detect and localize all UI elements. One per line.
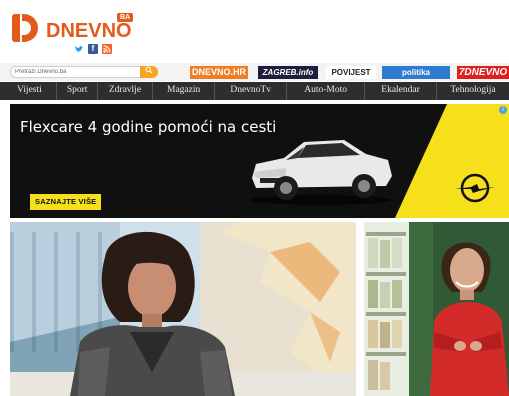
logo-badge: BA <box>117 13 134 22</box>
search-box <box>10 66 158 78</box>
social-links: f <box>74 44 112 54</box>
search-button[interactable] <box>140 66 158 78</box>
search-icon <box>145 66 153 74</box>
nav-item-dnevnotv[interactable]: DnevnoTv <box>215 82 286 100</box>
ad-cta-button[interactable]: SAZNAJTE VIŠE <box>30 194 102 210</box>
nav-item-sport[interactable]: Sport <box>57 82 96 100</box>
rss-icon[interactable] <box>102 44 112 54</box>
logo-mark-icon <box>12 10 42 44</box>
twitter-icon[interactable] <box>74 44 84 54</box>
story-image-left[interactable] <box>10 222 356 396</box>
info-icon[interactable]: i <box>499 106 507 114</box>
site-logo[interactable]: DNEVNO <box>12 10 132 50</box>
story-image-right[interactable] <box>364 222 509 396</box>
search-input[interactable] <box>15 67 143 77</box>
search-partner-bar: DNEVNO.HR ZAGREB.info POVIJEST politika … <box>0 63 509 81</box>
site-header: DNEVNO BA f <box>0 0 509 60</box>
ad-headline: Flexcare 4 godine pomoći na cesti <box>20 118 277 136</box>
nav-item-zdravlje[interactable]: Zdravlje <box>98 82 152 100</box>
nav-item-auto-moto[interactable]: Auto-Moto <box>287 82 364 100</box>
news-photo <box>364 222 509 396</box>
facebook-icon[interactable]: f <box>88 44 98 54</box>
nav-item-tehnologija[interactable]: Tehnologija <box>437 82 509 100</box>
logo-text: DNEVNO <box>46 20 132 42</box>
partner-link-politika[interactable]: politika <box>382 66 450 79</box>
nav-item-vijesti[interactable]: Vijesti <box>0 82 56 100</box>
nav-item-magazin[interactable]: Magazin <box>153 82 214 100</box>
main-nav: Vijesti Sport Zdravlje Magazin DnevnoTv … <box>0 82 509 100</box>
ad-banner[interactable]: Flexcare 4 godine pomoći na cesti SAZNAJ… <box>10 104 509 218</box>
nav-item-ekalendar[interactable]: Ekalendar <box>365 82 436 100</box>
partner-link-dnevno-hr[interactable]: DNEVNO.HR <box>190 66 248 79</box>
opel-logo-icon <box>455 173 495 203</box>
partner-link-zagreb-info[interactable]: ZAGREB.info <box>258 66 318 79</box>
partner-link-7dnevno[interactable]: 7DNEVNO <box>457 66 509 79</box>
news-photo <box>10 222 356 396</box>
car-image <box>251 136 392 205</box>
partner-link-povijest[interactable]: POVIJEST <box>326 66 376 79</box>
